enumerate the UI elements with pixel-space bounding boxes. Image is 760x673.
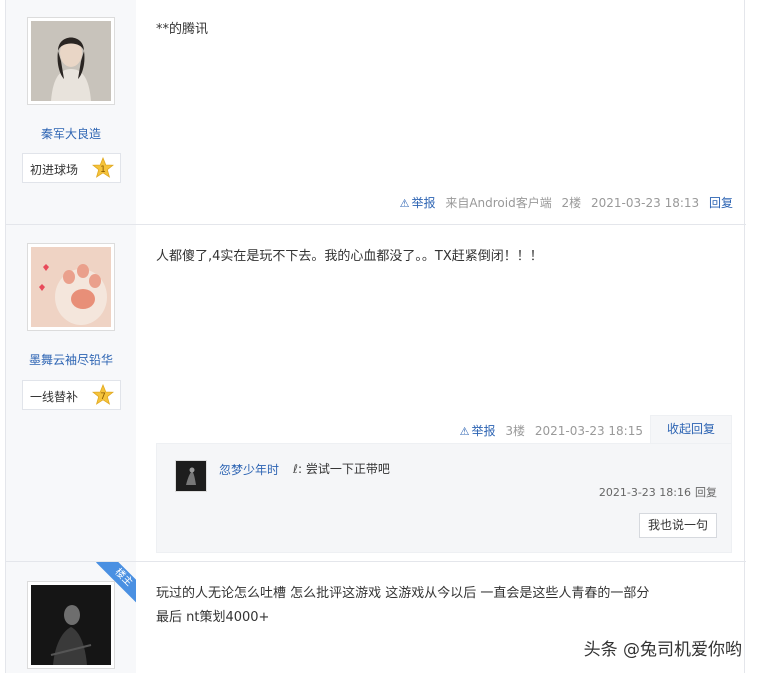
portrait-photo-icon [31,21,111,101]
subreply-username[interactable]: 忽梦少年时 [219,461,279,478]
level-star-icon: 1 [92,157,114,178]
level-number: 7 [100,392,106,402]
report-link[interactable]: 举报 [411,196,435,210]
dark-figure-photo-icon [31,585,111,665]
avatar[interactable] [27,581,115,669]
subreply-meta: 2021-3-23 18:16 回复 [595,484,717,500]
warning-icon: ⚠ [459,425,470,438]
username[interactable]: 秦军大良造 [6,125,136,142]
post-tail: ⚠ 举报 来自Android客户端 2楼 2021-03-23 18:13 回复 [394,194,733,211]
subreply-body: 尝试一下正带吧 [305,462,390,476]
level-badge[interactable]: 初进球场 1 [22,153,121,183]
collapse-replies-button[interactable]: 收起回复 [650,415,732,443]
level-badge[interactable]: 一线替补 7 [22,380,121,410]
cat-paw-photo-icon [31,247,111,327]
floor-number: 2楼 [561,196,582,210]
post-content: **的腾讯 [156,22,209,37]
user-badge-icon: ℓ [293,462,298,476]
author-sidebar: 墨舞云袖尽铅华 一线替补 7 [6,225,136,561]
reply-link[interactable]: 回复 [709,196,733,210]
watermark: 头条 @兔司机爱你哟 [583,640,742,660]
level-star-icon: 7 [92,384,114,405]
subreply-reply-link[interactable]: 回复 [695,486,717,499]
dark-photo-icon [176,461,206,491]
floor-number: 3楼 [505,424,526,438]
subreply-text: ℓ: 尝试一下正带吧 [293,462,390,476]
post-time: 2021-03-23 18:15 [534,424,643,438]
post-floor-2: 秦军大良造 初进球场 1 **的腾讯 ⚠ 举报 来自Android客户端 2楼 2… [6,0,746,225]
avatar[interactable] [27,17,115,105]
level-number: 1 [100,165,106,175]
add-comment-button[interactable]: 我也说一句 [639,513,717,538]
post-content: 人都傻了,4实在是玩不下去。我的心血都没了。。TX赶紧倒闭！！！ [156,249,543,264]
post-content-line: 最后 nt策划4000+ [156,610,270,625]
post-content: 玩过的人无论怎么吐槽 怎么批评这游戏 这游戏从今以后 一直会是这些人青春的一部分… [156,582,649,630]
level-title: 一线替补 [30,390,79,404]
subreply-avatar[interactable] [175,460,207,492]
report-link[interactable]: 举报 [472,424,496,438]
author-sidebar: 秦军大良造 初进球场 1 [6,0,136,224]
username[interactable]: 墨舞云袖尽铅华 [6,351,136,368]
post-tail: ⚠ 举报 3楼 2021-03-23 18:15 [454,422,643,439]
post-floor-3: 墨舞云袖尽铅华 一线替补 7 人都傻了,4实在是玩不下去。我的心血都没了。。TX… [6,225,746,562]
warning-icon: ⚠ [399,197,410,210]
thread-container: 秦军大良造 初进球场 1 **的腾讯 ⚠ 举报 来自Android客户端 2楼 2… [5,0,746,673]
subreply-panel: 忽梦少年时 ℓ: 尝试一下正带吧 2021-3-23 18:16 回复 我也说一句 [156,443,732,553]
author-sidebar: 楼主 [6,562,136,673]
post-content-line: 玩过的人无论怎么吐槽 怎么批评这游戏 这游戏从今以后 一直会是这些人青春的一部分 [156,586,650,601]
post-time: 2021-03-23 18:13 [591,196,700,210]
level-title: 初进球场 [30,163,79,177]
subreply-time: 2021-3-23 18:16 [598,486,691,499]
avatar[interactable] [27,243,115,331]
client-source: 来自Android客户端 [445,196,552,210]
